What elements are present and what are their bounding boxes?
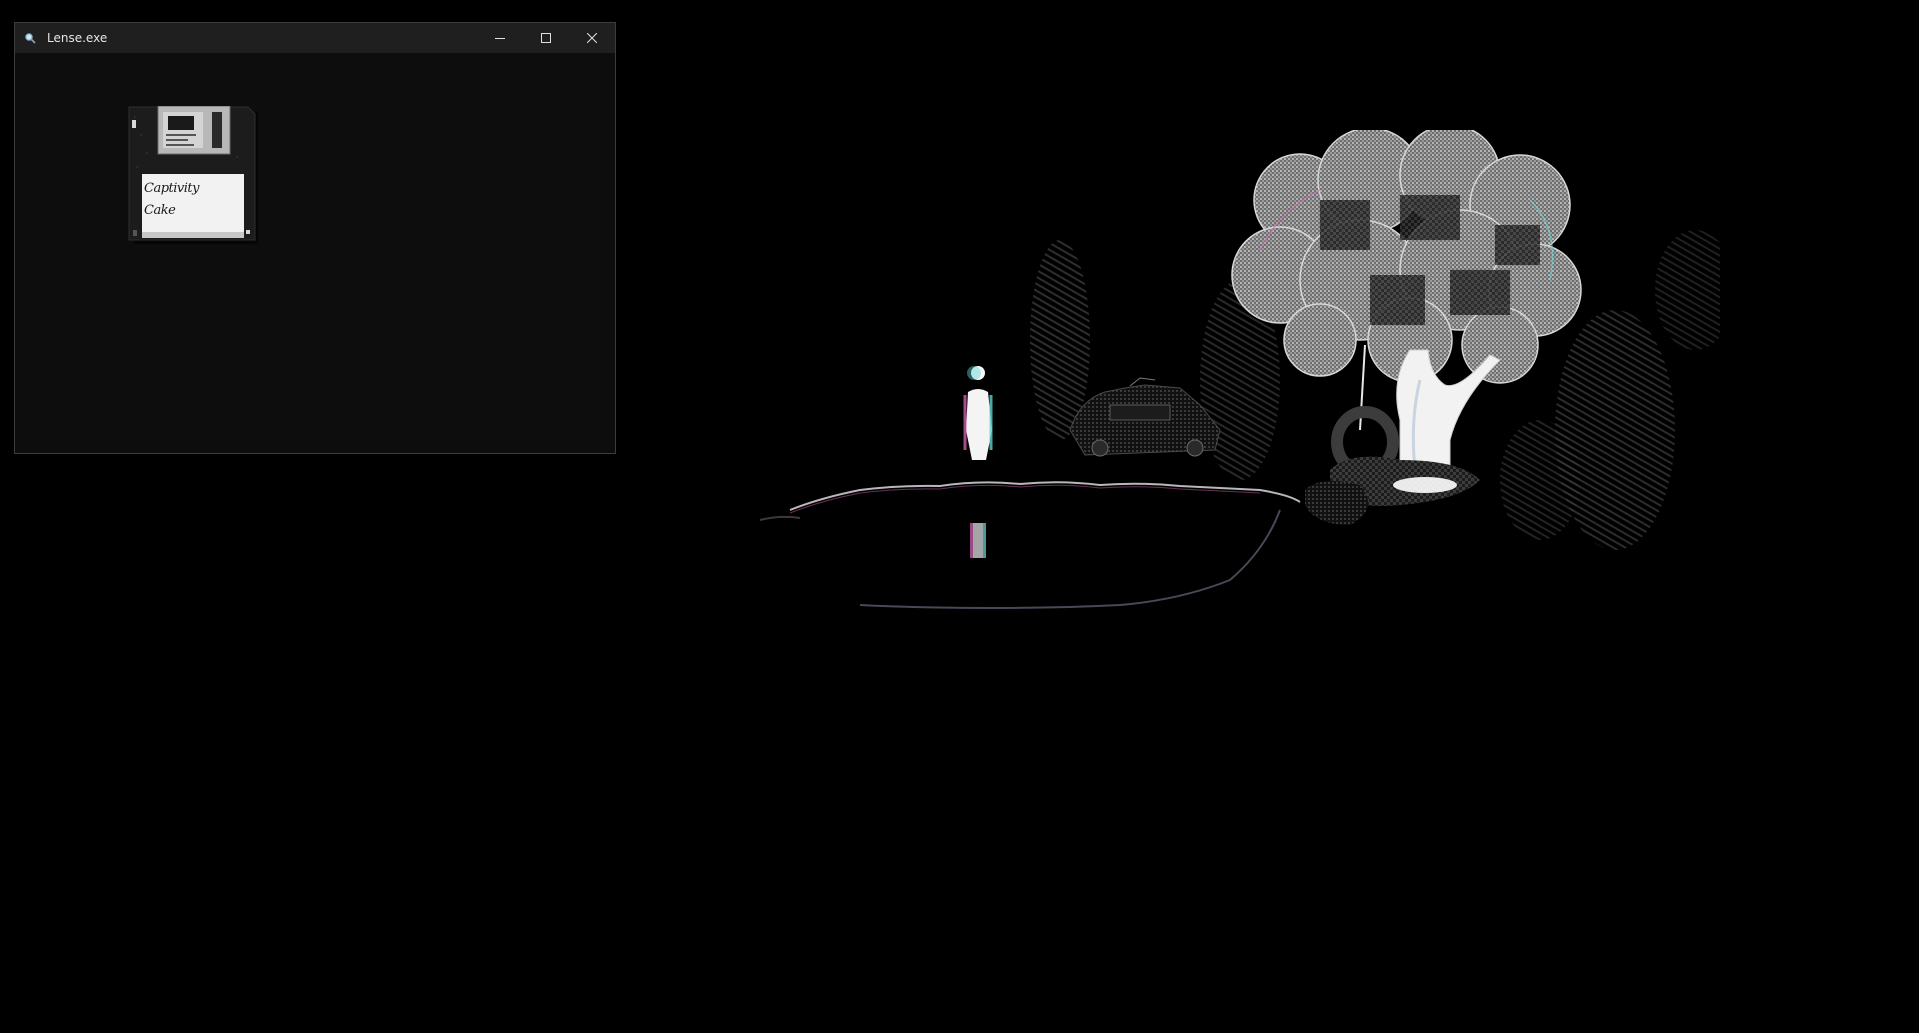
- maximize-button[interactable]: [523, 23, 569, 53]
- floppy-disk-icon[interactable]: Captivity Cake: [128, 105, 261, 246]
- game-scene: [760, 130, 1720, 610]
- close-icon: [587, 33, 597, 43]
- figure-reflection: [970, 523, 986, 558]
- floppy-label: Captivity Cake: [144, 181, 199, 218]
- minimize-icon: [495, 33, 505, 43]
- glowing-figure: [963, 366, 993, 460]
- desktop: Lense.exe Captivity Cake: [0, 0, 1919, 1033]
- close-button[interactable]: [569, 23, 615, 53]
- title-bar[interactable]: Lense.exe: [15, 23, 615, 53]
- shoreline: [760, 481, 1301, 610]
- window-client-area: Captivity Cake: [15, 53, 615, 453]
- magnifier-icon: [15, 23, 45, 53]
- crashed-car: [1069, 377, 1221, 457]
- window-title: Lense.exe: [47, 31, 108, 45]
- minimize-button[interactable]: [477, 23, 523, 53]
- lense-window: Lense.exe Captivity Cake: [14, 22, 616, 454]
- maximize-icon: [541, 33, 551, 43]
